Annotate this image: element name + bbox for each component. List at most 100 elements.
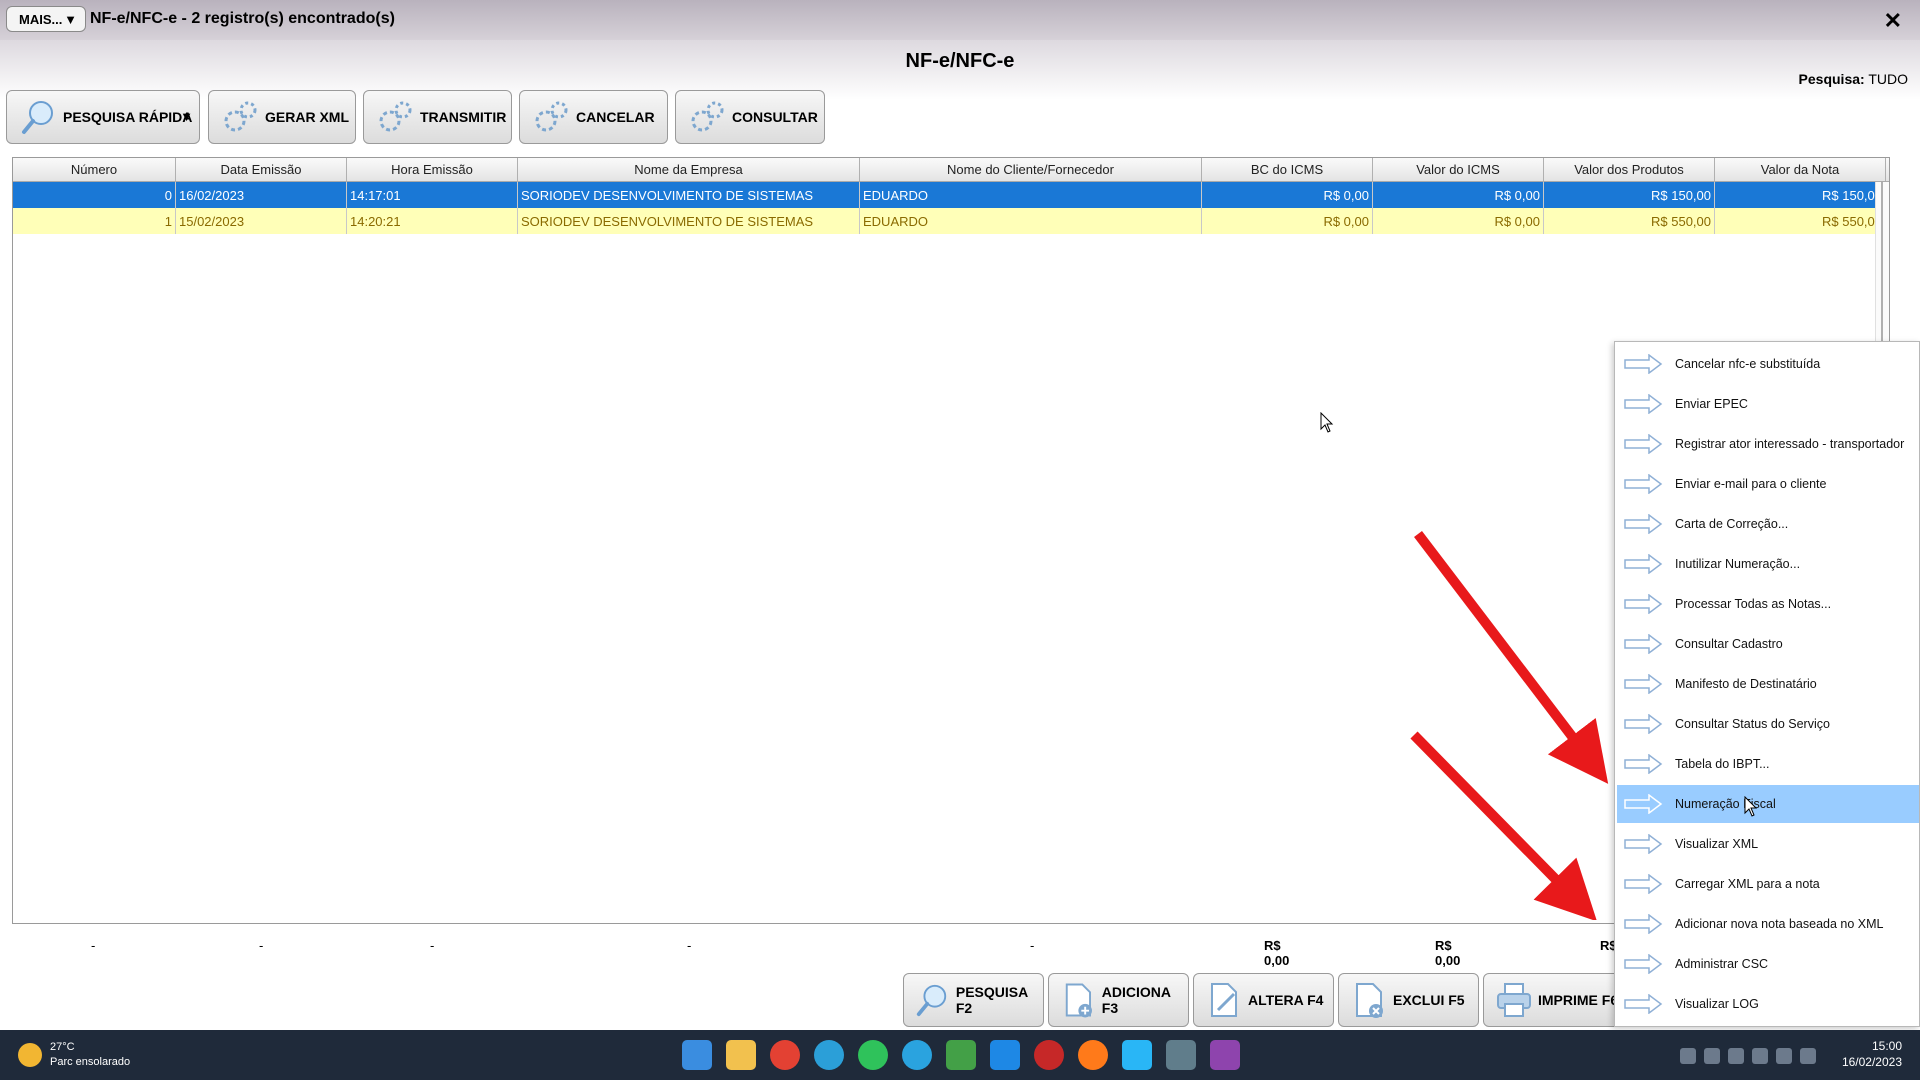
generate-xml-label: GERAR XML (265, 109, 349, 125)
cell-issue-date: 15/02/2023 (176, 208, 347, 234)
window-title: NF-e/NFC-e - 2 registro(s) encontrado(s) (90, 10, 395, 27)
column-header-number[interactable]: Número (13, 158, 176, 181)
erp-app-icon[interactable] (1166, 1040, 1196, 1070)
column-header-client[interactable]: Nome do Cliente/Fornecedor (860, 158, 1202, 181)
telegram-icon[interactable] (902, 1040, 932, 1070)
menu-item-void-numbering[interactable]: Inutilizar Numeração... (1617, 545, 1919, 583)
security-icon[interactable] (1728, 1048, 1744, 1064)
volume-icon[interactable] (1800, 1048, 1816, 1064)
menu-item-label: Processar Todas as Notas... (1675, 597, 1832, 611)
spreadsheet-icon[interactable] (946, 1040, 976, 1070)
arrow-right-icon (1624, 874, 1663, 894)
menu-item-recipient-manifest[interactable]: Manifesto de Destinatário (1617, 665, 1919, 703)
total-client: - (1030, 938, 1035, 953)
menu-item-new-from-xml[interactable]: Adicionar nova nota baseada no XML (1617, 905, 1919, 943)
cell-icms-value: R$ 0,00 (1373, 182, 1544, 208)
edit-f4-button[interactable]: ALTERA F4 (1193, 973, 1334, 1027)
printer-icon (1497, 983, 1531, 1017)
grid-header: Número Data Emissão Hora Emissão Nome da… (13, 158, 1889, 182)
menu-item-load-xml[interactable]: Carregar XML para a nota (1617, 865, 1919, 903)
firefox-icon[interactable] (1078, 1040, 1108, 1070)
total-icms-base: R$ 0,00 (1264, 938, 1290, 968)
menu-item-email-client[interactable]: Enviar e-mail para o cliente (1617, 465, 1919, 503)
network-icon[interactable] (1776, 1048, 1792, 1064)
column-header-invoice-value[interactable]: Valor da Nota (1715, 158, 1886, 181)
clock-time: 15:00 (1871, 1039, 1902, 1053)
file-explorer-icon[interactable] (726, 1040, 756, 1070)
arrow-right-icon (1624, 834, 1663, 854)
column-header-issue-time[interactable]: Hora Emissão (347, 158, 518, 181)
column-header-products-value[interactable]: Valor dos Produtos (1544, 158, 1715, 181)
document-edit-icon (1211, 983, 1237, 1017)
tray-app-icon[interactable] (1680, 1048, 1696, 1064)
menu-item-label: Cancelar nfc-e substituída (1675, 357, 1821, 371)
column-header-issue-date[interactable]: Data Emissão (176, 158, 347, 181)
taskbar-apps (682, 1040, 1254, 1070)
edge-icon[interactable] (814, 1040, 844, 1070)
menu-item-label: Administrar CSC (1675, 957, 1769, 971)
red-arrow-lower (1410, 731, 1598, 920)
start-icon[interactable] (682, 1040, 712, 1070)
weather-widget[interactable]: 27°C Parc ensolarado (18, 1040, 130, 1070)
generate-xml-button[interactable]: GERAR XML (208, 90, 356, 144)
quick-search-label: PESQUISA RÁPIDA (63, 109, 193, 125)
menu-item-cancel-substituted[interactable]: Cancelar nfc-e substituída (1617, 345, 1919, 383)
menu-item-view-xml[interactable]: Visualizar XML (1617, 825, 1919, 863)
menu-item-service-status[interactable]: Consultar Status do Serviço (1617, 705, 1919, 743)
chrome-icon[interactable] (770, 1040, 800, 1070)
menu-item-correction-letter[interactable]: Carta de Correção... (1617, 505, 1919, 543)
video-editor-icon[interactable] (1210, 1040, 1240, 1070)
quick-search-button[interactable]: PESQUISA RÁPIDA ▼ (6, 90, 200, 144)
total-issue-date: - (259, 938, 264, 953)
menu-item-register-carrier[interactable]: Registrar ator interessado - transportad… (1617, 425, 1919, 463)
menu-item-label: Inutilizar Numeração... (1675, 557, 1801, 571)
consult-button[interactable]: CONSULTAR (675, 90, 825, 144)
add-f3-button[interactable]: ADICIONA F3 (1048, 973, 1189, 1027)
menu-item-view-log[interactable]: Visualizar LOG (1617, 985, 1919, 1023)
cloud-icon[interactable] (1752, 1048, 1768, 1064)
whatsapp-icon[interactable] (858, 1040, 888, 1070)
cell-issue-time: 14:20:21 (347, 208, 518, 234)
cell-invoice-value: R$ 550,00 (1715, 208, 1886, 234)
clock[interactable]: 15:00 16/02/2023 (1842, 1038, 1902, 1070)
sun-icon (18, 1043, 42, 1067)
print-f6-button[interactable]: IMPRIME F6 (1483, 973, 1624, 1027)
search-f2-label: PESQUISA F2 (955, 984, 1028, 1016)
arrow-right-icon (1624, 954, 1663, 974)
table-row[interactable]: 1 15/02/2023 14:20:21 SORIODEV DESENVOLV… (13, 208, 1889, 234)
cell-icms-base: R$ 0,00 (1202, 182, 1373, 208)
column-header-company[interactable]: Nome da Empresa (518, 158, 860, 181)
table-row[interactable]: 0 16/02/2023 14:17:01 SORIODEV DESENVOLV… (13, 182, 1889, 208)
close-icon[interactable]: ✕ (1884, 8, 1902, 34)
document-add-icon (1065, 983, 1092, 1018)
notepad-icon[interactable] (1122, 1040, 1152, 1070)
menu-item-process-all[interactable]: Processar Todas as Notas... (1617, 585, 1919, 623)
menu-item-consult-registry[interactable]: Consultar Cadastro (1617, 625, 1919, 663)
chevron-down-icon[interactable]: ▼ (180, 109, 193, 124)
cancel-button[interactable]: CANCELAR (519, 90, 668, 144)
arrow-right-icon (1624, 754, 1663, 774)
menu-item-ibpt-table[interactable]: Tabela do IBPT... (1617, 745, 1919, 783)
column-header-icms-value[interactable]: Valor do ICMS (1373, 158, 1544, 181)
delete-f5-button[interactable]: EXCLUI F5 (1338, 973, 1479, 1027)
arrow-right-icon (1624, 714, 1663, 734)
cell-issue-time: 14:17:01 (347, 182, 518, 208)
battery-icon[interactable] (1704, 1048, 1720, 1064)
chevron-down-icon: ▼ (64, 11, 77, 27)
mail-icon[interactable] (990, 1040, 1020, 1070)
gears-icon (224, 101, 257, 132)
total-icms-value: R$ 0,00 (1435, 938, 1461, 968)
search-scope: Pesquisa: TUDO (1799, 71, 1908, 87)
title-bar: MAIS... ▼ NF-e/NFC-e - 2 registro(s) enc… (0, 0, 1920, 40)
edit-f4-label: ALTERA F4 (1248, 992, 1324, 1008)
search-f2-button[interactable]: PESQUISA F2 (903, 973, 1044, 1027)
mouse-cursor-icon (1320, 412, 1334, 433)
transmit-button[interactable]: TRANSMITIR (363, 90, 512, 144)
column-header-icms-base[interactable]: BC do ICMS (1202, 158, 1373, 181)
cell-client: EDUARDO (860, 208, 1202, 234)
menu-item-send-epec[interactable]: Enviar EPEC (1617, 385, 1919, 423)
menu-item-manage-csc[interactable]: Administrar CSC (1617, 945, 1919, 983)
mais-menu-button[interactable]: MAIS... ▼ (6, 6, 86, 32)
menu-item-fiscal-numbering[interactable]: Numeração Fiscal (1617, 785, 1919, 823)
app-red-icon[interactable] (1034, 1040, 1064, 1070)
